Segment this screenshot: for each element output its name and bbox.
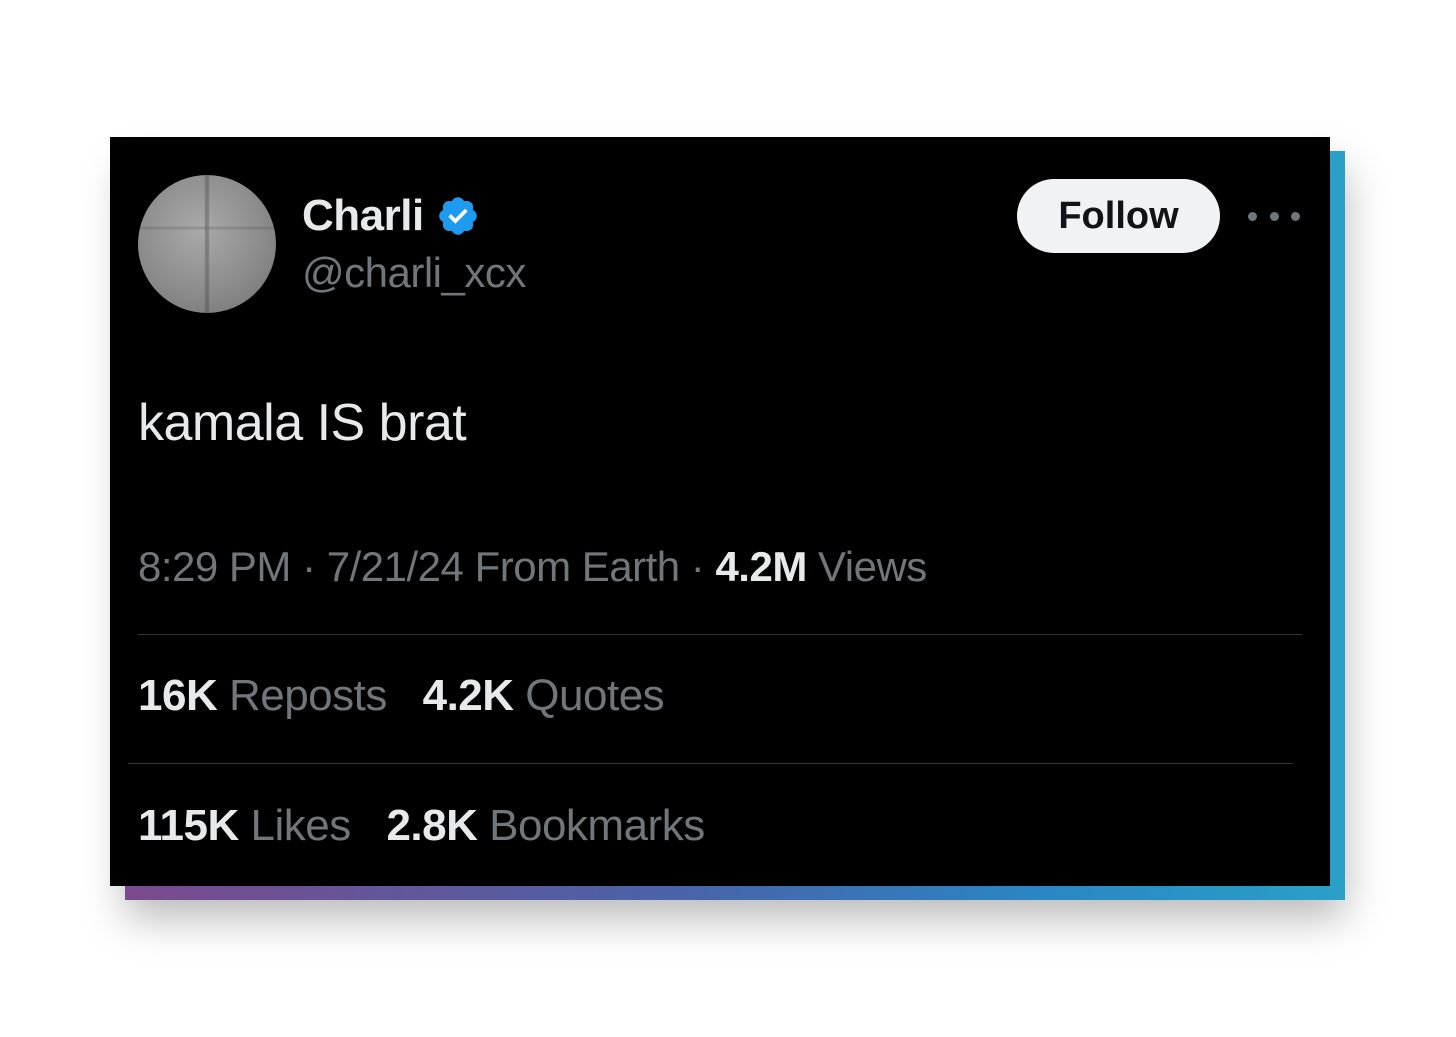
reposts-count: 16K: [138, 671, 218, 720]
likes-count: 115K: [138, 801, 239, 850]
reposts-stat[interactable]: 16K Reposts: [138, 671, 387, 721]
quotes-stat[interactable]: 4.2K Quotes: [423, 671, 665, 721]
bookmarks-label: Bookmarks: [489, 801, 705, 850]
quotes-label: Quotes: [525, 671, 665, 720]
reposts-label: Reposts: [228, 671, 387, 720]
views-label: Views: [818, 543, 927, 590]
tweet-time[interactable]: 8:29 PM: [138, 543, 291, 590]
stats-row-likes-bookmarks: 115K Likes 2.8K Bookmarks: [138, 801, 729, 851]
tweet-date-location[interactable]: 7/21/24 From Earth: [327, 543, 680, 590]
tweet-meta: 8:29 PM · 7/21/24 From Earth · 4.2M View…: [138, 543, 927, 591]
divider: [128, 763, 1293, 764]
follow-button[interactable]: Follow: [1017, 179, 1220, 253]
views-count: 4.2M: [715, 543, 807, 590]
verified-badge-icon: [438, 197, 477, 235]
more-dot: [1248, 211, 1257, 221]
meta-separator: ·: [302, 543, 316, 590]
likes-label: Likes: [250, 801, 352, 850]
tweet-card: Charli @charli_xcx Follow kamala IS brat…: [110, 137, 1330, 886]
likes-stat[interactable]: 115K Likes: [138, 801, 351, 851]
quotes-count: 4.2K: [422, 671, 514, 720]
bookmarks-count: 2.8K: [386, 801, 478, 850]
tweet-text: kamala IS brat: [138, 394, 467, 452]
stats-row-reposts-quotes: 16K Reposts 4.2K Quotes: [138, 671, 688, 721]
author-name-row: Charli: [302, 191, 480, 241]
more-dot: [1291, 211, 1300, 221]
bookmarks-stat[interactable]: 2.8K Bookmarks: [386, 801, 705, 851]
avatar[interactable]: [138, 175, 276, 313]
divider: [138, 634, 1302, 635]
more-dots-icon[interactable]: [1248, 201, 1300, 231]
meta-separator: ·: [690, 543, 705, 590]
more-dot: [1269, 211, 1279, 221]
page: Charli @charli_xcx Follow kamala IS brat…: [0, 0, 1456, 1037]
author-handle[interactable]: @charli_xcx: [302, 249, 526, 297]
author-display-name[interactable]: Charli: [302, 191, 424, 241]
